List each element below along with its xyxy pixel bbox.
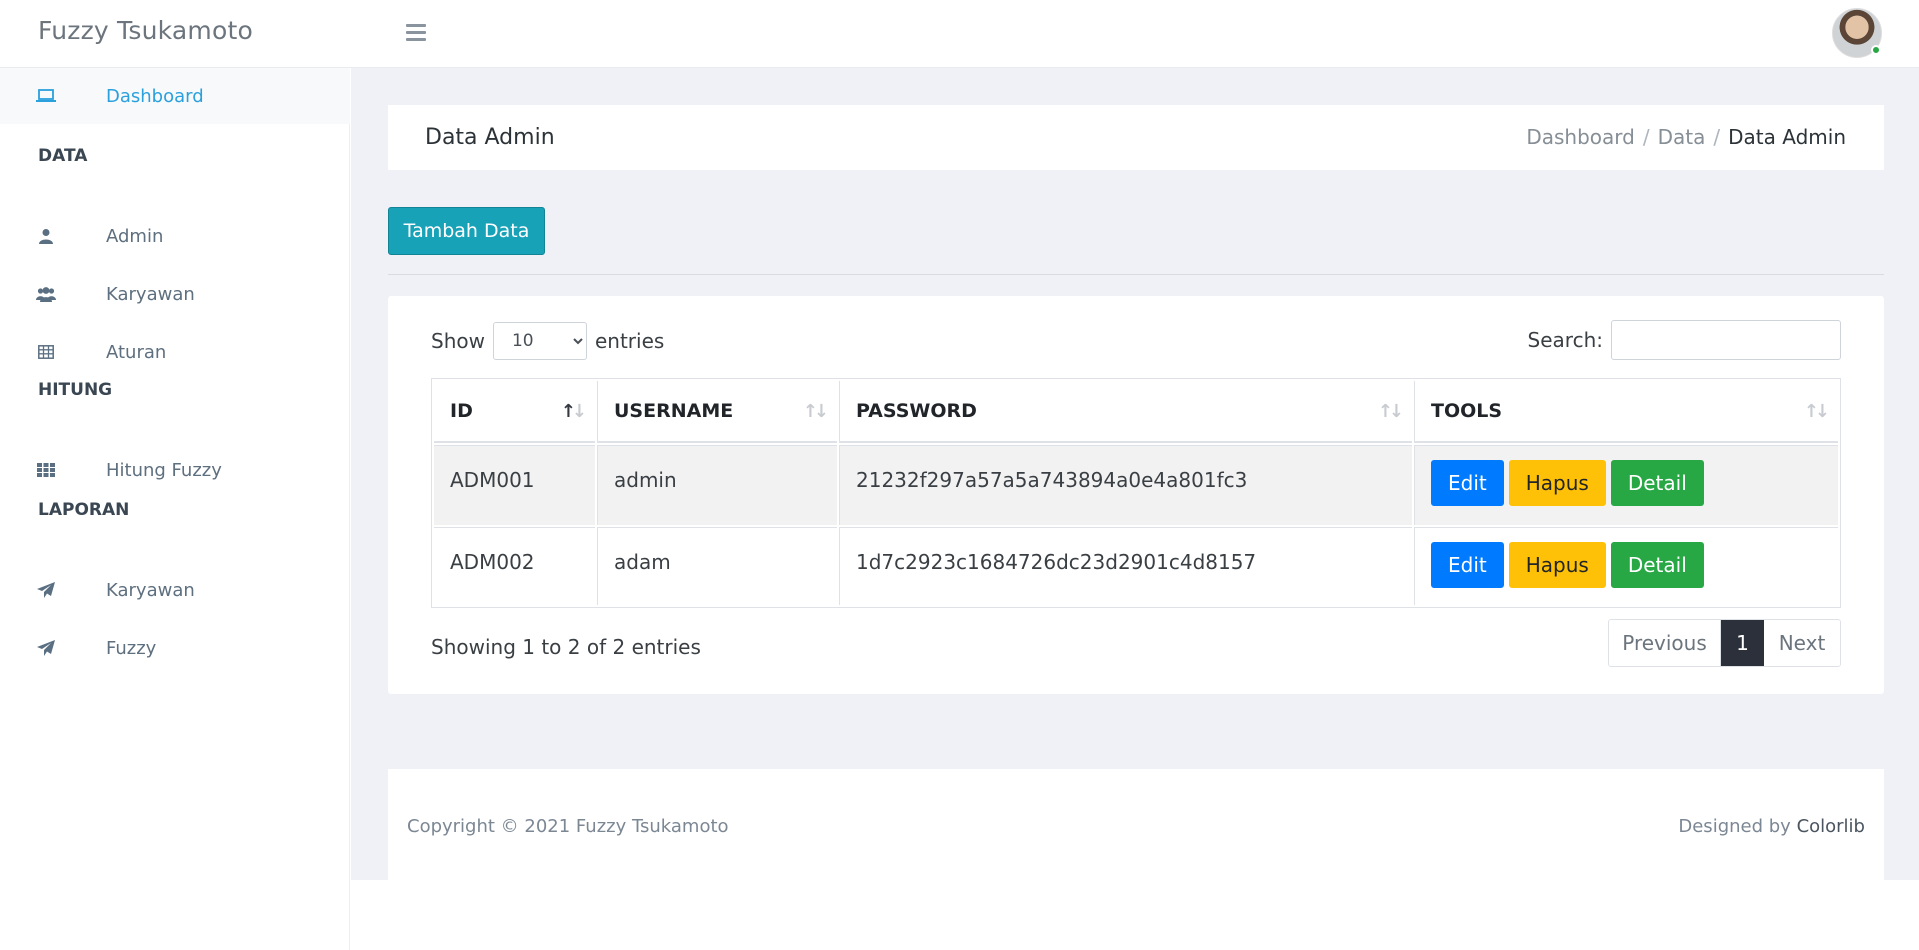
column-header-label: TOOLS [1431,400,1503,422]
sidebar-item-dashboard[interactable]: Dashboard [0,76,350,116]
sidebar-heading-hitung: HITUNG [38,380,113,400]
users-icon [36,284,56,304]
sort-icon: ↑↓ [802,401,829,422]
cell-password: 1d7c2923c1684726dc23d2901c4d8157 [839,527,1412,605]
table-search: Search: [1528,320,1841,360]
sidebar-item-label: Karyawan [106,579,195,601]
previous-page-button[interactable]: Previous [1609,620,1721,666]
sidebar-item-aturan[interactable]: Aturan [0,332,350,372]
column-header-label: PASSWORD [856,400,977,422]
cell-username: adam [597,527,837,605]
copyright-text: Copyright © 2021 Fuzzy Tsukamoto [407,816,729,837]
breadcrumb-current: Data Admin [1728,125,1846,149]
column-header-id[interactable]: ID ↑↓ [434,381,595,443]
column-header-label: ID [450,400,473,422]
sidebar-heading-data: DATA [38,146,88,166]
sidebar-item-label: Admin [106,225,164,247]
sidebar-item-label: Hitung Fuzzy [106,459,222,481]
sidebar-item-karyawan[interactable]: Karyawan [0,274,350,314]
detail-button[interactable]: Detail [1610,460,1704,506]
show-label: Show [431,329,485,353]
search-label: Search: [1527,328,1603,352]
sort-asc-icon: ↑↓ [560,401,587,422]
sort-icon: ↑↓ [1377,401,1404,422]
column-header-username[interactable]: USERNAME ↑↓ [597,381,837,443]
table-icon [36,342,56,362]
sidebar-item-label: Aturan [106,341,167,363]
search-input[interactable] [1611,320,1841,360]
column-header-label: USERNAME [614,400,734,422]
cell-tools: Edit Hapus Detail [1414,527,1838,605]
main-content: Data Admin Dashboard / Data / Data Admin… [351,68,1919,880]
sort-icon: ↑↓ [1803,401,1830,422]
laptop-icon [36,86,56,106]
breadcrumb-separator: / [1713,125,1721,149]
breadcrumb-dashboard[interactable]: Dashboard [1526,125,1635,149]
user-avatar[interactable] [1832,8,1882,58]
sidebar-item-label: Dashboard [106,85,204,107]
column-header-password[interactable]: PASSWORD ↑↓ [839,381,1412,443]
user-icon [36,226,56,246]
sidebar-item-admin[interactable]: Admin [0,216,350,256]
sidebar-item-laporan-karyawan[interactable]: Karyawan [0,570,350,610]
sidebar-item-hitung-fuzzy[interactable]: Hitung Fuzzy [0,450,350,490]
add-data-button[interactable]: Tambah Data [388,207,545,255]
entries-length: Show 10 entries [431,322,664,360]
cell-id: ADM001 [434,445,595,525]
footer: Copyright © 2021 Fuzzy Tsukamoto Designe… [388,769,1884,880]
table-row: ADM002 adam 1d7c2923c1684726dc23d2901c4d… [434,527,1838,605]
designed-by: Designed by Colorlib [1678,816,1865,837]
sidebar-heading-laporan: LAPORAN [38,500,130,520]
entries-label: entries [594,329,665,353]
delete-button[interactable]: Hapus [1508,542,1606,588]
table-row: ADM001 admin 21232f297a57a5a743894a0e4a8… [434,445,1838,525]
online-status-icon [1871,45,1881,55]
delete-button[interactable]: Hapus [1508,460,1606,506]
page-header: Data Admin Dashboard / Data / Data Admin [388,105,1884,170]
top-header: Fuzzy Tsukamoto [0,0,1919,68]
sidebar-item-laporan-fuzzy[interactable]: Fuzzy [0,628,350,668]
entries-select[interactable]: 10 [492,322,587,360]
page-1-button[interactable]: 1 [1721,620,1764,666]
cell-username: admin [597,445,837,525]
cell-id: ADM002 [434,527,595,605]
breadcrumb-separator: / [1642,125,1650,149]
data-card: Show 10 entries Search: ID ↑↓ USERNAME ↑… [388,296,1884,694]
menu-toggle-icon[interactable] [406,24,426,42]
column-header-tools[interactable]: TOOLS ↑↓ [1414,381,1838,443]
next-page-button[interactable]: Next [1764,620,1840,666]
admin-table: ID ↑↓ USERNAME ↑↓ PASSWORD ↑↓ TOOLS ↑↓ A… [431,378,1841,608]
edit-button[interactable]: Edit [1431,460,1504,506]
paper-plane-icon [36,580,56,600]
detail-button[interactable]: Detail [1610,542,1704,588]
sidebar-item-label: Fuzzy [106,637,157,659]
breadcrumb: Dashboard / Data / Data Admin [1526,125,1846,149]
breadcrumb-data[interactable]: Data [1658,125,1706,149]
cell-password: 21232f297a57a5a743894a0e4a801fc3 [839,445,1412,525]
divider [388,274,1884,275]
pagination: Previous 1 Next [1608,619,1841,667]
brand-title[interactable]: Fuzzy Tsukamoto [38,16,253,45]
page-title: Data Admin [425,125,555,150]
designed-by-label: Designed by [1678,816,1791,837]
sidebar-item-label: Karyawan [106,283,195,305]
sidebar: Dashboard DATA Admin Karyawan Aturan HIT… [0,68,350,950]
edit-button[interactable]: Edit [1431,542,1504,588]
grid-icon [36,460,56,480]
cell-tools: Edit Hapus Detail [1414,445,1838,525]
designer-link[interactable]: Colorlib [1797,816,1865,837]
table-info: Showing 1 to 2 of 2 entries [431,635,701,659]
paper-plane-icon [36,638,56,658]
